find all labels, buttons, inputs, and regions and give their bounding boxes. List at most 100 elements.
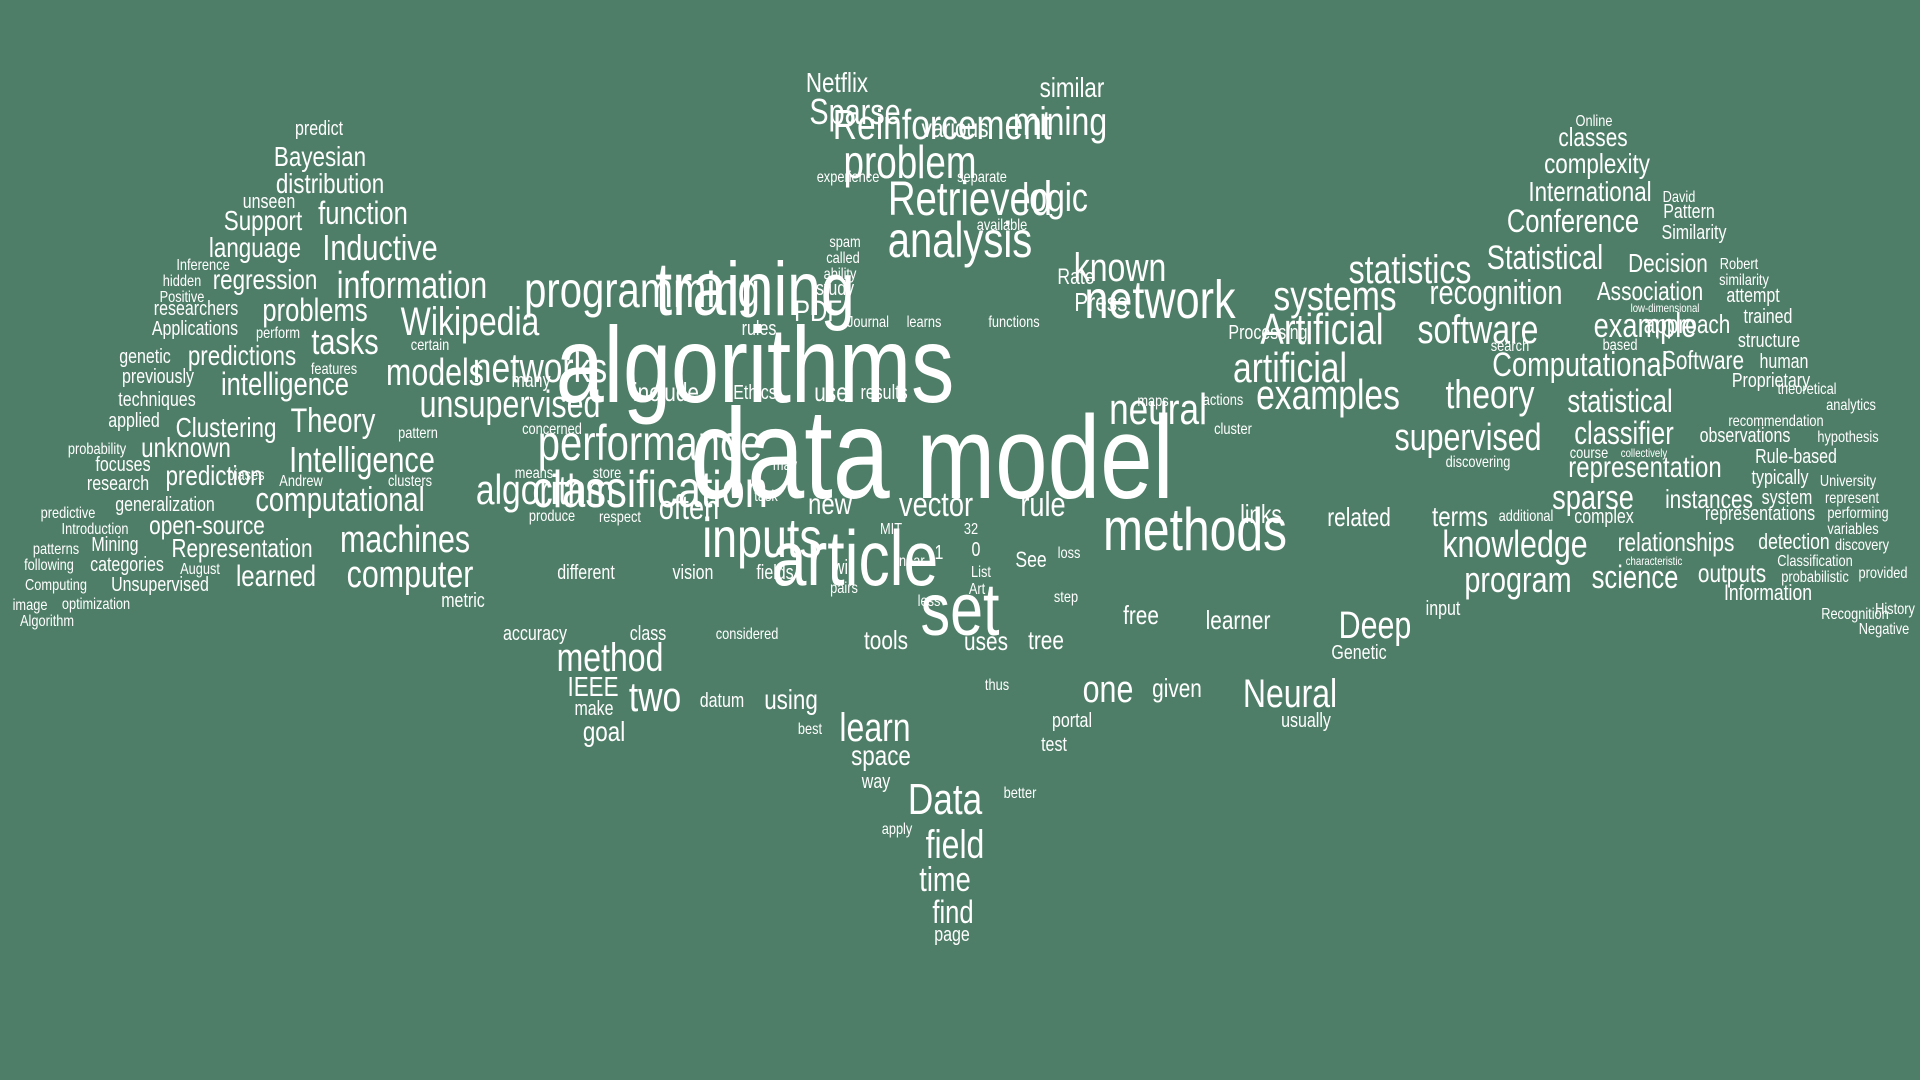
word: step bbox=[1053, 589, 1079, 606]
word: portal bbox=[1051, 710, 1093, 732]
word: statistical bbox=[1567, 383, 1673, 419]
word: page bbox=[934, 924, 970, 946]
word: researchers bbox=[153, 298, 239, 320]
word: features bbox=[310, 361, 358, 378]
word: David bbox=[1662, 189, 1696, 206]
word: loss bbox=[1057, 545, 1081, 562]
word: Statistical bbox=[1486, 239, 1604, 277]
word: Mining bbox=[91, 534, 139, 556]
word: different bbox=[557, 562, 615, 584]
word: spam bbox=[829, 234, 861, 251]
word: course bbox=[1569, 445, 1609, 462]
word: similar bbox=[1039, 72, 1105, 103]
word: tasks bbox=[311, 321, 379, 362]
word: Deep bbox=[1338, 605, 1412, 647]
word: techniques bbox=[118, 389, 196, 411]
word: human bbox=[1759, 351, 1809, 373]
word: discovering bbox=[1445, 454, 1511, 471]
word: Genetic bbox=[1331, 642, 1387, 664]
word: means bbox=[514, 465, 554, 482]
word: supervised bbox=[1394, 417, 1542, 459]
word: search bbox=[1490, 338, 1530, 355]
word: considered bbox=[715, 626, 779, 643]
word: will bbox=[832, 557, 856, 579]
word-cloud: algorithms data model training article s… bbox=[0, 0, 1920, 1080]
word: space bbox=[851, 740, 911, 771]
word: Netflix bbox=[805, 67, 869, 98]
word: typically bbox=[1751, 467, 1809, 489]
word: trained bbox=[1743, 306, 1793, 328]
word: Unsupervised bbox=[111, 574, 209, 596]
word: apply bbox=[881, 821, 913, 838]
word: Data bbox=[907, 775, 983, 824]
word: links bbox=[1240, 499, 1282, 529]
word: results bbox=[860, 382, 908, 404]
word: Inference bbox=[176, 257, 230, 274]
word: Sparse bbox=[809, 91, 901, 132]
word: new bbox=[807, 488, 853, 521]
word: similarity bbox=[1719, 272, 1769, 289]
word: thus bbox=[984, 677, 1010, 694]
word: related bbox=[1327, 502, 1391, 532]
word: Applications bbox=[151, 318, 239, 340]
word: Decision bbox=[1628, 248, 1708, 278]
word: hypothesis bbox=[1817, 429, 1879, 446]
word: field bbox=[925, 823, 985, 867]
word: Similarity bbox=[1661, 222, 1727, 244]
word: input bbox=[1425, 598, 1461, 620]
word: terms bbox=[1432, 501, 1488, 532]
word: theoretical bbox=[1777, 381, 1837, 398]
word: 0 bbox=[971, 539, 981, 561]
word: experience bbox=[816, 169, 880, 186]
word: genetic bbox=[119, 346, 171, 368]
word: tree bbox=[1028, 625, 1064, 655]
word: International bbox=[1528, 176, 1652, 207]
word: generalization bbox=[115, 494, 215, 516]
word: using bbox=[764, 684, 818, 715]
word: recognition bbox=[1429, 274, 1563, 312]
word: Neural bbox=[1242, 672, 1338, 716]
word: patterns bbox=[32, 541, 80, 558]
word: vector bbox=[898, 486, 974, 524]
word: various bbox=[921, 113, 989, 143]
word: less bbox=[917, 593, 941, 610]
word: probabilistic bbox=[1781, 569, 1849, 586]
word: Theory bbox=[290, 402, 376, 440]
word: complexity bbox=[1544, 148, 1650, 179]
word: MIT bbox=[879, 521, 903, 538]
word: many bbox=[511, 370, 551, 392]
word: rules bbox=[741, 318, 777, 340]
word: complex bbox=[1574, 506, 1634, 528]
word: datum bbox=[699, 690, 745, 712]
word: Rate bbox=[1057, 264, 1095, 289]
word: class bbox=[629, 623, 667, 645]
word: best bbox=[797, 721, 823, 738]
word: unknown bbox=[141, 432, 231, 463]
word: learner bbox=[1205, 605, 1271, 635]
word: PDF bbox=[794, 295, 842, 328]
word: List bbox=[971, 564, 991, 581]
word: Negative bbox=[1858, 621, 1910, 638]
word: way bbox=[861, 771, 891, 793]
word: clusters bbox=[387, 473, 433, 490]
word: usually bbox=[1281, 710, 1331, 732]
word: Inductive bbox=[322, 227, 438, 268]
word: store bbox=[592, 465, 622, 482]
word: applied bbox=[108, 410, 160, 432]
word: test bbox=[1041, 734, 1067, 756]
word: may bbox=[772, 457, 798, 474]
word: Processing bbox=[1228, 322, 1308, 344]
word: time bbox=[919, 861, 971, 899]
word: better bbox=[1003, 785, 1037, 802]
word: system bbox=[1761, 487, 1813, 509]
word: August bbox=[180, 561, 220, 578]
word: following bbox=[24, 557, 74, 574]
word: Bayesian bbox=[273, 141, 367, 172]
word: separate bbox=[957, 169, 1007, 186]
word: IEEE bbox=[567, 671, 619, 702]
word: study bbox=[815, 278, 855, 300]
word: use bbox=[814, 377, 848, 407]
word: University bbox=[1819, 473, 1877, 490]
word: learns bbox=[906, 314, 942, 331]
word: Press bbox=[1074, 287, 1128, 317]
